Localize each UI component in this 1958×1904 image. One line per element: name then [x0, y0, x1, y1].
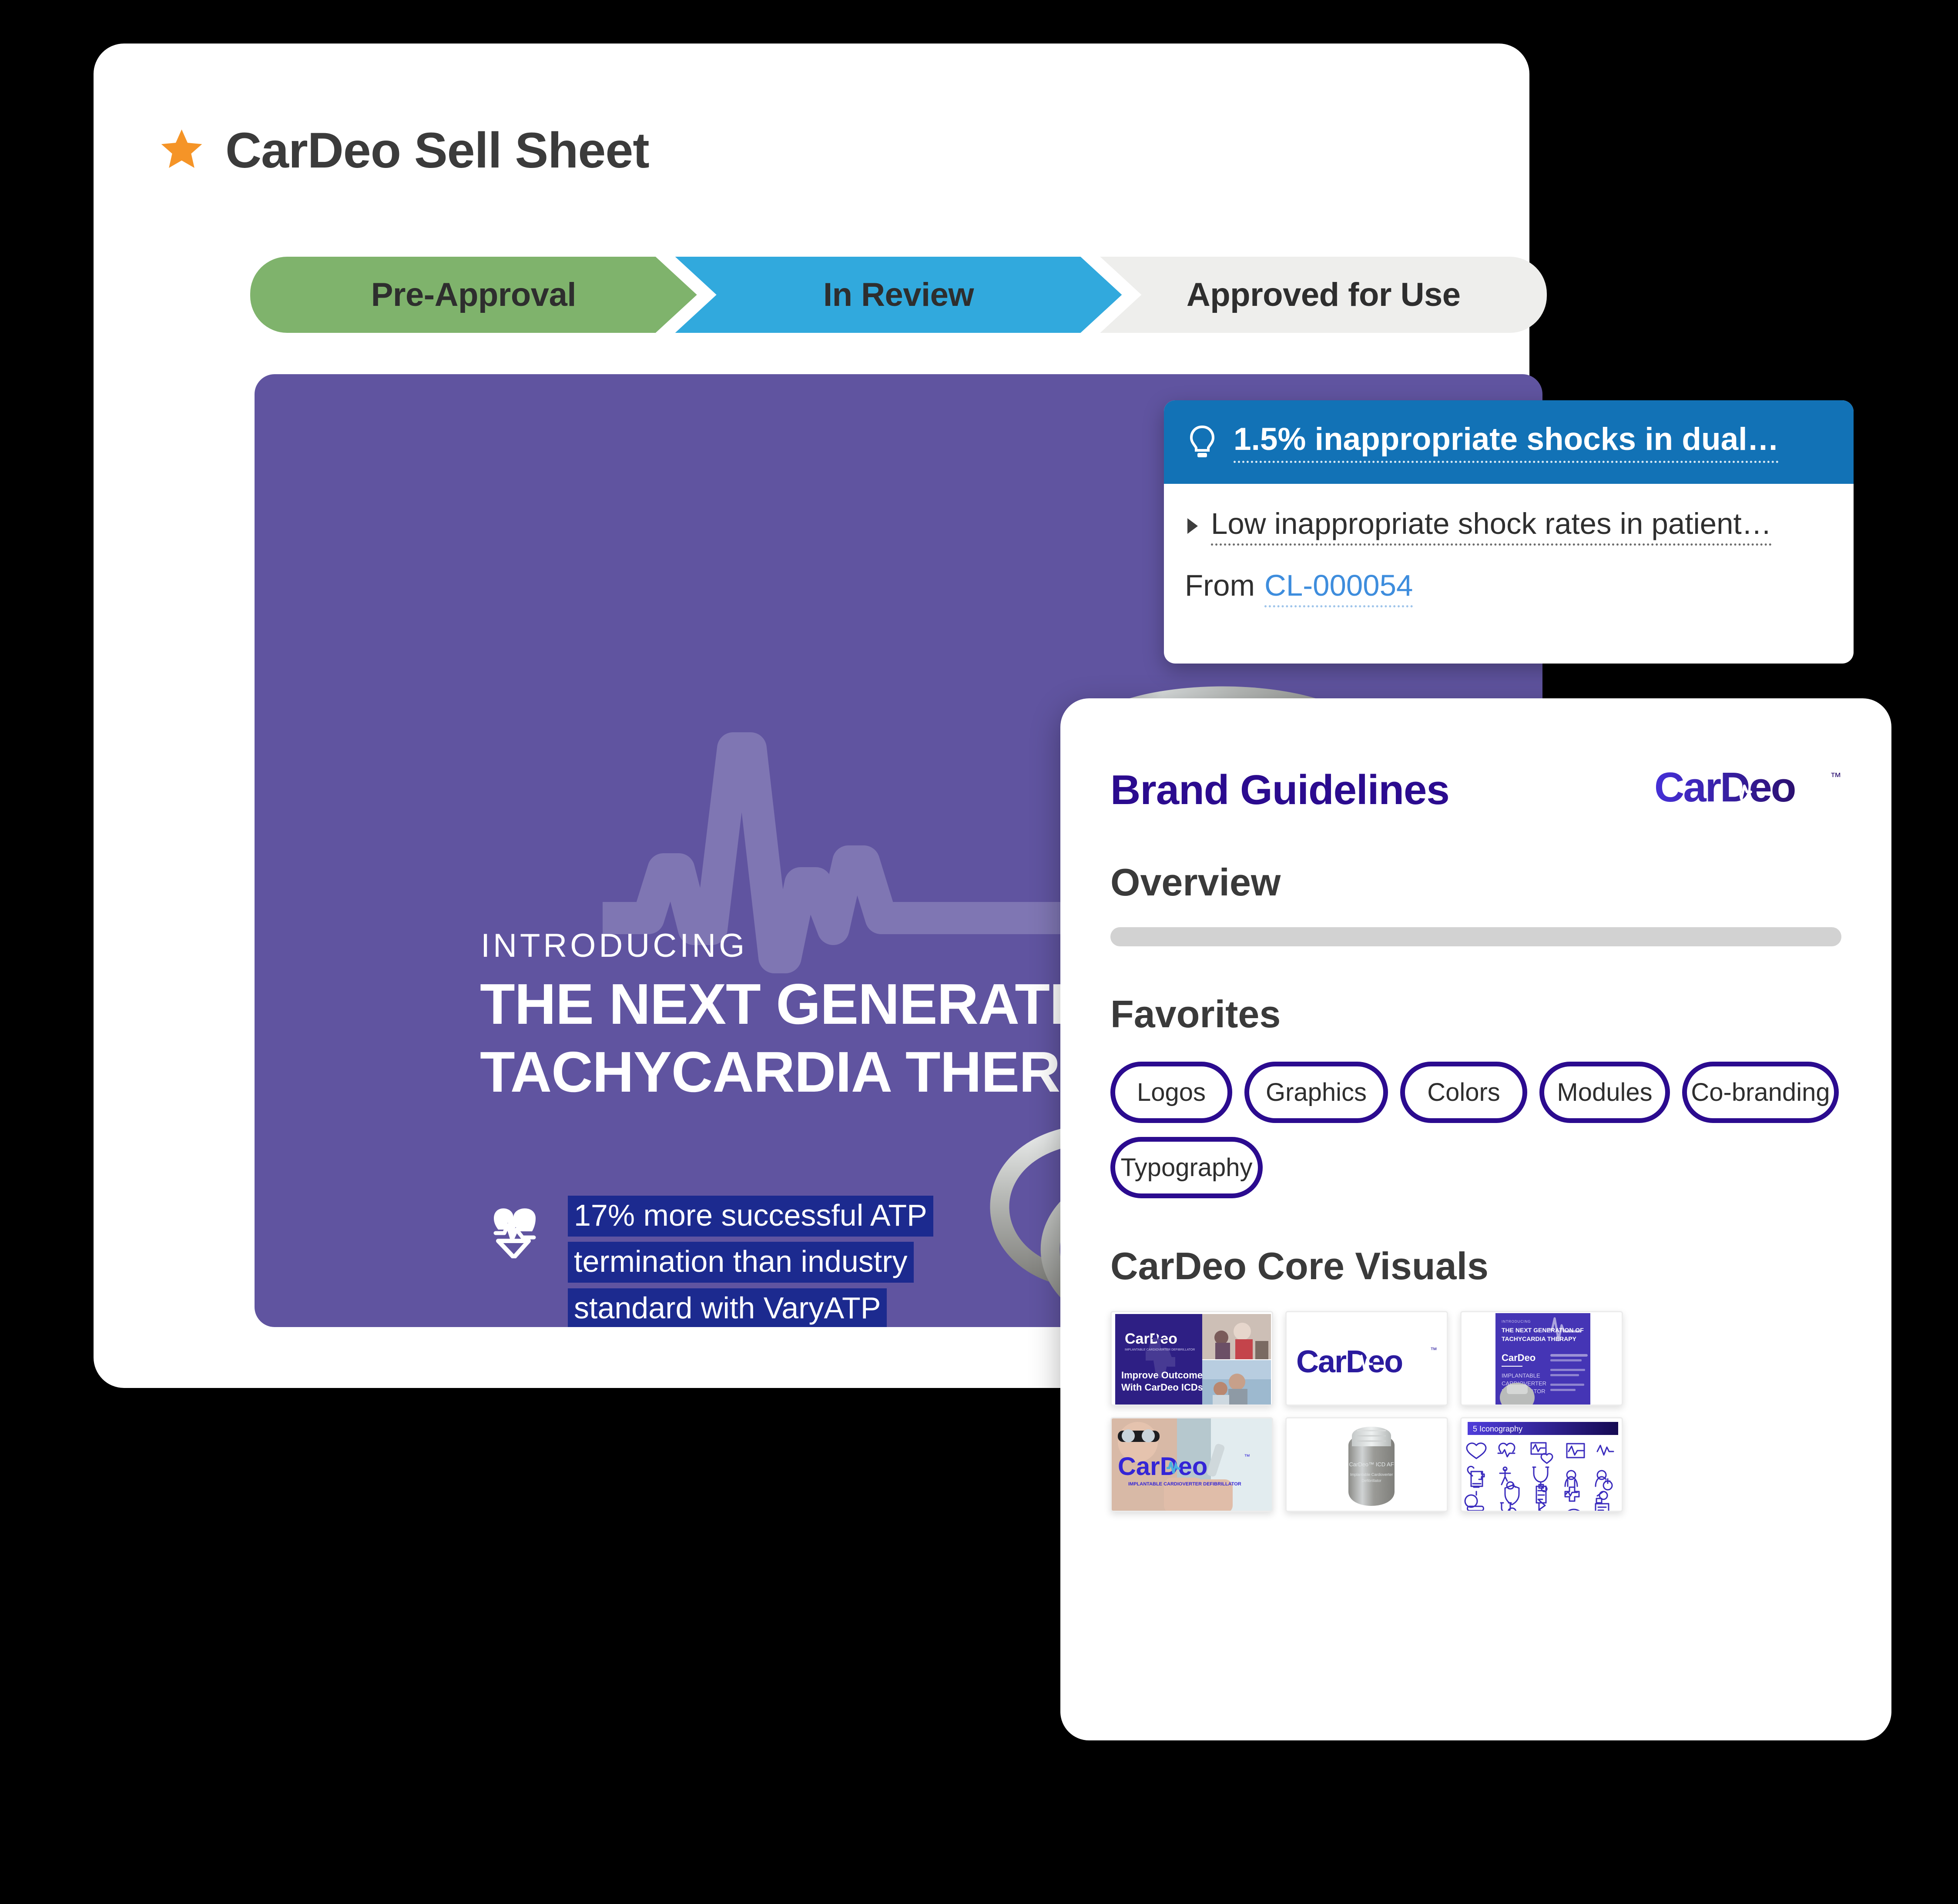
tooltip-title: 1.5% inappropriate shocks in dual…	[1234, 421, 1779, 463]
thumbnail-icd-device-photo[interactable]: CarDeo™ ICD AF Implantable Cardioverter …	[1285, 1417, 1448, 1512]
slide-bullet-line: 17% more successful ATP	[568, 1196, 933, 1237]
brand-guidelines-panel: Brand Guidelines CarDeo ™ Overview Favor…	[1060, 698, 1891, 1740]
tooltip-header: 1.5% inappropriate shocks in dual…	[1164, 400, 1854, 484]
svg-text:5 Iconography: 5 Iconography	[1473, 1425, 1522, 1433]
overview-heading: Overview	[1110, 861, 1281, 904]
cardeo-logo: CarDeo ™	[1654, 766, 1841, 815]
core-visuals-heading: CarDeo Core Visuals	[1110, 1244, 1489, 1287]
page-title: CarDeo Sell Sheet	[225, 123, 650, 178]
slide-bullet-text: 17% more successful ATP termination than…	[568, 1192, 933, 1327]
slide-eyebrow: INTRODUCING	[481, 927, 748, 964]
svg-text:CarDeo™ ICD AF: CarDeo™ ICD AF	[1349, 1461, 1394, 1468]
workflow-step-approved-for-use[interactable]: Approved for Use	[1100, 257, 1547, 333]
workflow-step-label: Pre-Approval	[371, 276, 577, 313]
approval-workflow-bar: Pre-Approval In Review Approved for Use	[250, 257, 1547, 333]
svg-text:THE NEXT GENERATION OF: THE NEXT GENERATION OF	[1502, 1327, 1584, 1334]
svg-text:TACHYCARDIA THERAPY: TACHYCARDIA THERAPY	[1502, 1335, 1577, 1342]
thumbnail-iconography-sheet[interactable]: 5 Iconography	[1460, 1417, 1623, 1512]
svg-text:IMPLANTABLE CARDIOVERTER DEFIB: IMPLANTABLE CARDIOVERTER DEFIBRILLATOR	[1128, 1482, 1241, 1487]
favorites-pill-co-branding[interactable]: Co-branding	[1682, 1062, 1839, 1123]
svg-text:™: ™	[1244, 1453, 1250, 1460]
svg-text:CarDeo: CarDeo	[1296, 1344, 1402, 1379]
favorites-pill-typography[interactable]: Typography	[1110, 1137, 1263, 1198]
favorites-pill-graphics[interactable]: Graphics	[1244, 1062, 1388, 1123]
tooltip-claim-link[interactable]: Low inappropriate shock rates in patient…	[1211, 506, 1772, 546]
slide-bullet-line: termination than industry	[568, 1242, 914, 1283]
workflow-step-in-review[interactable]: In Review	[675, 257, 1122, 333]
svg-text:With CarDeo ICDs: With CarDeo ICDs	[1121, 1382, 1203, 1393]
workflow-step-label: In Review	[823, 276, 974, 313]
claim-citation-tooltip[interactable]: 1.5% inappropriate shocks in dual… Low i…	[1164, 400, 1854, 664]
star-icon[interactable]	[159, 128, 205, 174]
thumbnail-patient-lifestyle-logo[interactable]: CarDeo ™ IMPLANTABLE CARDIOVERTER DEFIBR…	[1110, 1417, 1273, 1512]
favorites-pill-colors[interactable]: Colors	[1400, 1062, 1527, 1123]
svg-text:CarDeo: CarDeo	[1118, 1452, 1207, 1481]
tooltip-from-label: From	[1185, 569, 1255, 602]
workflow-step-label: Approved for Use	[1186, 276, 1461, 313]
overview-placeholder-bar	[1110, 927, 1841, 946]
lightbulb-icon	[1190, 425, 1215, 457]
favorites-pill-logos[interactable]: Logos	[1110, 1062, 1232, 1123]
tooltip-claim-row[interactable]: Low inappropriate shock rates in patient…	[1185, 506, 1829, 546]
brand-panel-title: Brand Guidelines	[1110, 767, 1450, 813]
svg-text:CarDeo: CarDeo	[1654, 766, 1795, 811]
svg-text:Implantable Cardioverter: Implantable Cardioverter	[1350, 1472, 1393, 1477]
brand-panel-header: Brand Guidelines CarDeo ™	[1110, 698, 1841, 815]
favorites-pill-modules[interactable]: Modules	[1539, 1062, 1670, 1123]
svg-text:Improve Outcomes: Improve Outcomes	[1121, 1370, 1208, 1381]
thumbnail-cardeo-logo-sheet[interactable]: CarDeo ™	[1285, 1311, 1448, 1406]
favorites-pill-grid: Logos Graphics Colors Modules Co-brandin…	[1110, 1062, 1841, 1198]
tooltip-source: From CL-000054	[1185, 568, 1829, 607]
svg-text:IMPLANTABLE: IMPLANTABLE	[1502, 1372, 1540, 1379]
favorites-heading: Favorites	[1110, 992, 1281, 1036]
workflow-step-pre-approval[interactable]: Pre-Approval	[250, 257, 697, 333]
slide-bullet-line: standard with VaryATP	[568, 1288, 887, 1327]
heartbeat-pulse-icon	[493, 1208, 536, 1258]
core-visuals-thumbnail-grid: CarDeo IMPLANTABLE CARDIOVERTER DEFIBRIL…	[1110, 1311, 1841, 1512]
screenshot-root: CarDeo Sell Sheet Pre-Approval In Review…	[0, 0, 1958, 1904]
thumbnail-improve-outcomes-brochure[interactable]: CarDeo IMPLANTABLE CARDIOVERTER DEFIBRIL…	[1110, 1311, 1273, 1406]
svg-text:™: ™	[1430, 1347, 1437, 1354]
triangle-right-icon[interactable]	[1185, 516, 1200, 536]
thumbnail-tachycardia-sell-sheet[interactable]: INTRODUCING THE NEXT GENERATION OF TACHY…	[1460, 1311, 1623, 1406]
card-header: CarDeo Sell Sheet	[159, 122, 650, 179]
svg-text:INTRODUCING: INTRODUCING	[1502, 1320, 1531, 1324]
tooltip-body: Low inappropriate shock rates in patient…	[1164, 484, 1854, 607]
tooltip-source-ref[interactable]: CL-000054	[1264, 568, 1413, 607]
svg-text:™: ™	[1830, 770, 1841, 783]
svg-text:Defibrillator: Defibrillator	[1361, 1478, 1381, 1483]
svg-text:CarDeo: CarDeo	[1502, 1352, 1536, 1363]
